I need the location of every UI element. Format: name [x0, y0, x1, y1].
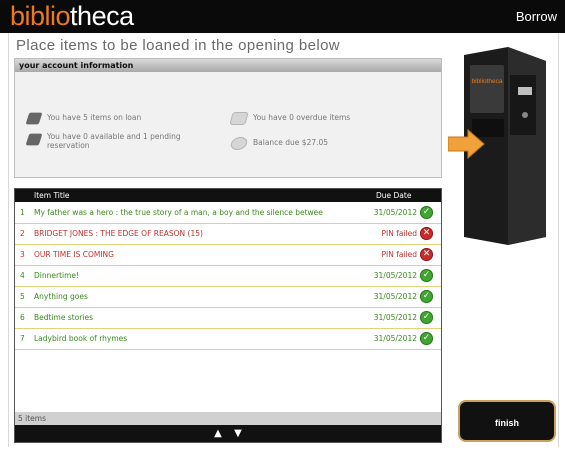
due-date: 31/05/2012: [373, 271, 417, 280]
check-icon: ✓: [420, 290, 433, 303]
item-title-header: Item Title: [34, 191, 70, 200]
kiosk-slot: [472, 119, 504, 137]
row-number: 7: [20, 334, 25, 343]
finish-button[interactable]: finish: [458, 400, 556, 442]
reservation-icon: [25, 133, 43, 146]
check-icon: ✓: [420, 206, 433, 219]
kiosk-button: [522, 112, 528, 118]
page-heading: Place items to be loaned in the opening …: [16, 37, 341, 54]
table-row: 6 Bedtime stories 31/05/2012 ✓: [15, 307, 441, 329]
scroll-up-arrow-icon[interactable]: ▲: [211, 427, 225, 440]
overdue-icon: [229, 112, 249, 125]
due-date: PIN failed: [381, 250, 417, 259]
table-row: 4 Dinnertime! 31/05/2012 ✓: [15, 265, 441, 287]
item-count: 5 items: [18, 414, 47, 423]
check-icon: ✓: [420, 269, 433, 282]
row-number: 6: [20, 313, 25, 322]
due-date: 31/05/2012: [373, 208, 417, 217]
reservation-text: You have 0 available and 1 pending reserv…: [47, 132, 181, 150]
balance-text: Balance due $27.05: [253, 138, 329, 147]
table-header: Item Title Due Date: [15, 189, 441, 202]
item-title: Anything goes: [34, 292, 88, 301]
reservation-line-1: You have 0 available and 1 pending: [47, 132, 181, 141]
kiosk-illustration: bibliotheca: [448, 47, 546, 245]
bibliotheca-logo: bibliotheca: [10, 1, 134, 31]
mode-label: Borrow: [515, 9, 557, 24]
item-title: My father was a hero : the true story of…: [34, 208, 323, 217]
error-icon: ✕: [420, 227, 433, 240]
item-title: Dinnertime!: [34, 271, 80, 280]
items-on-loan-text: You have 5 items on loan: [47, 113, 142, 122]
due-date-header: Due Date: [376, 191, 412, 200]
due-date: 31/05/2012: [373, 334, 417, 343]
row-number: 4: [20, 271, 25, 280]
due-date: PIN failed: [381, 229, 417, 238]
top-bar: bibliotheca Borrow: [0, 0, 565, 33]
check-icon: ✓: [420, 311, 433, 324]
row-number: 1: [20, 208, 25, 217]
kiosk-brand: bibliotheca: [471, 78, 502, 85]
due-date: 31/05/2012: [373, 313, 417, 322]
coins-icon: [229, 137, 249, 150]
row-number: 3: [20, 250, 25, 259]
row-number: 5: [20, 292, 25, 301]
account-panel-title: your account information: [15, 59, 441, 72]
check-icon: ✓: [420, 332, 433, 345]
due-date: 31/05/2012: [373, 292, 417, 301]
row-number: 2: [20, 229, 25, 238]
books-icon: [25, 112, 43, 125]
overdue-text: You have 0 overdue items: [253, 113, 351, 122]
item-title: OUR TIME IS COMING: [34, 250, 114, 259]
kiosk-panel: [510, 75, 536, 135]
table-row: 1 My father was a hero : the true story o…: [15, 202, 441, 224]
table-footer: 5 items: [15, 412, 441, 425]
table-row: 5 Anything goes 31/05/2012 ✓: [15, 286, 441, 308]
kiosk-screen: [470, 65, 504, 113]
table-row: 2 BRIDGET JONES : THE EDGE OF REASON (15)…: [15, 223, 441, 245]
account-panel: your account information You have 5 item…: [14, 58, 442, 178]
table-pager: ▲ ▼: [15, 425, 441, 442]
item-title: BRIDGET JONES : THE EDGE OF REASON (15): [34, 229, 203, 238]
table-row: 7 Ladybird book of rhymes 31/05/2012 ✓: [15, 328, 441, 350]
kiosk-display: [518, 87, 532, 95]
loaned-items-table: Item Title Due Date 1 My father was a her…: [14, 188, 442, 443]
reservation-line-2: reservation: [47, 141, 90, 150]
table-row: 3 OUR TIME IS COMING PIN failed ✕: [15, 244, 441, 266]
item-title: Bedtime stories: [34, 313, 93, 322]
error-icon: ✕: [420, 248, 433, 261]
item-title: Ladybird book of rhymes: [34, 334, 128, 343]
scroll-down-arrow-icon[interactable]: ▼: [231, 427, 245, 440]
